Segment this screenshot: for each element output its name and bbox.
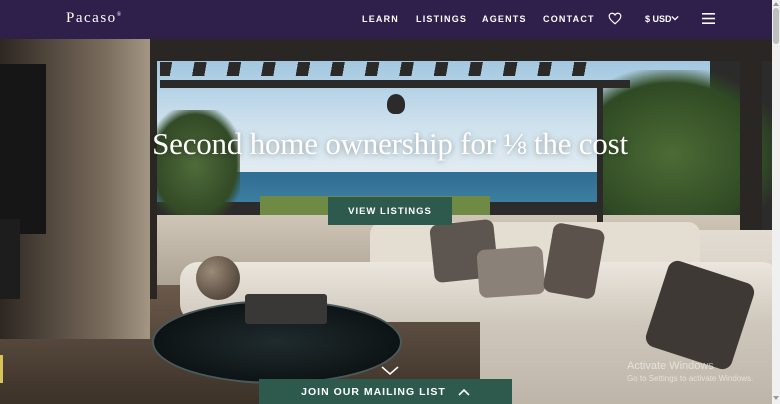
scrollbar-thumb[interactable]	[773, 8, 779, 44]
view-listings-button[interactable]: VIEW LISTINGS	[328, 197, 452, 225]
chevron-down-icon[interactable]	[671, 15, 679, 21]
windows-activation-watermark: Activate Windows Go to Settings to activ…	[627, 360, 753, 383]
nav-link-agents[interactable]: AGENTS	[482, 14, 527, 24]
watermark-line1: Activate Windows	[627, 360, 714, 372]
currency-selector[interactable]: $ USD	[645, 14, 672, 24]
hero-headline: Second home ownership for ⅛ the cost	[152, 126, 628, 161]
registered-mark: ®	[116, 12, 122, 18]
scroll-down-arrow-icon[interactable]	[773, 396, 779, 401]
left-edge-strip	[0, 355, 3, 383]
nav-link-learn[interactable]: LEARN	[362, 14, 399, 24]
hamburger-menu-icon[interactable]	[702, 13, 715, 24]
chevron-up-icon	[458, 388, 470, 396]
mailing-list-label: JOIN OUR MAILING LIST	[301, 385, 446, 398]
scroll-up-arrow-icon[interactable]	[773, 1, 779, 6]
logo-text: Pacaso	[66, 10, 117, 26]
nav-link-contact[interactable]: CONTACT	[543, 14, 595, 24]
top-navbar: Pacaso® LEARN LISTINGS AGENTS CONTACT $ …	[0, 0, 772, 39]
nav-link-listings[interactable]: LISTINGS	[416, 14, 467, 24]
chevron-down-icon[interactable]	[381, 366, 399, 375]
join-mailing-list-button[interactable]: JOIN OUR MAILING LIST	[259, 379, 512, 404]
watermark-line2: Go to Settings to activate Windows.	[627, 374, 754, 383]
pacaso-logo[interactable]: Pacaso®	[66, 10, 121, 27]
page-scrollbar[interactable]	[772, 0, 780, 404]
heart-icon[interactable]	[608, 12, 622, 25]
